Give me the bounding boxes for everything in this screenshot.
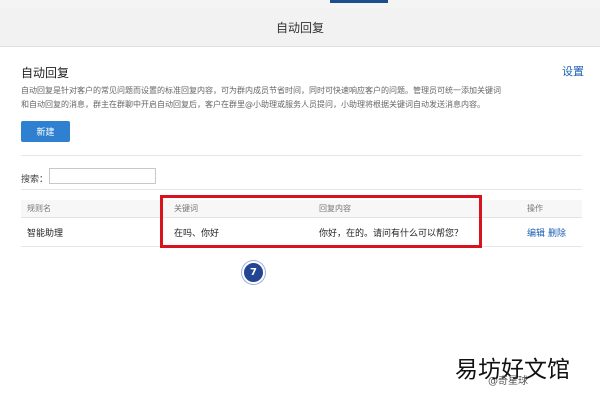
page-header: 自动回复 — [0, 8, 600, 47]
column-header-rule: 规则名 — [27, 204, 51, 213]
description-line-2: 和自动回复的消息，群主在群聊中开启自动回复后，客户在群里@小助理或服务人员提问，… — [21, 100, 485, 109]
column-header-actions: 操作 — [527, 204, 543, 213]
edit-link[interactable]: 编辑 — [527, 226, 545, 239]
new-button[interactable]: 新建 — [21, 121, 70, 142]
page-title: 自动回复 — [275, 20, 324, 35]
active-tab-indicator — [330, 0, 388, 3]
divider — [21, 189, 582, 190]
description: 自动回复是针对客户的常见问题而设置的标准回复内容，可为群内成员节省时间，同时可快… — [21, 84, 561, 112]
search-input[interactable] — [49, 168, 156, 184]
section-title: 自动回复 — [21, 66, 70, 80]
rule-name-cell: 智能助理 — [27, 229, 64, 239]
annotation-highlight-box — [160, 195, 482, 248]
settings-link[interactable]: 设置 — [562, 63, 584, 79]
step-number-badge: 7 — [242, 261, 265, 284]
top-nav-bar — [0, 0, 600, 8]
search-label: 搜索： — [21, 175, 49, 185]
description-line-1: 自动回复是针对客户的常见问题而设置的标准回复内容，可为群内成员节省时间，同时可快… — [21, 86, 501, 95]
divider — [21, 155, 582, 156]
delete-link[interactable]: 删除 — [548, 226, 566, 239]
watermark-subtext: @奇星球 — [488, 376, 528, 387]
